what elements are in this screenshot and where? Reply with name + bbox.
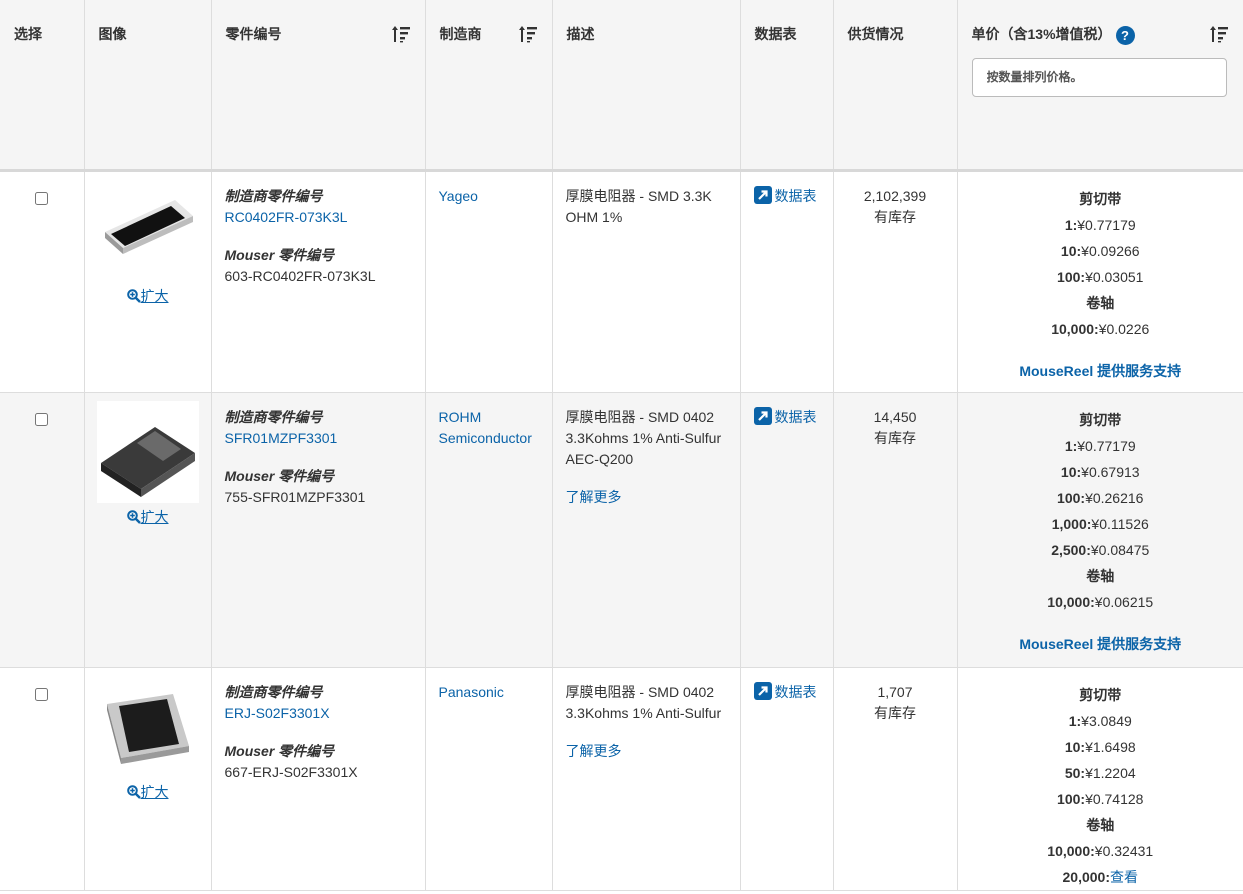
price-row: 100:¥0.26216 [1057, 489, 1144, 506]
price-row: 1,000:¥0.11526 [1051, 515, 1149, 532]
cut-tape-label: 剪切带 [1079, 411, 1122, 428]
reel-label: 卷轴 [1086, 294, 1115, 311]
col-unit-price[interactable]: 单价（含13%增值税）? [957, 0, 1243, 172]
manufacturer-link[interactable]: ROHM Semiconductor [439, 409, 532, 446]
price-row: 2,500:¥0.08475 [1051, 541, 1150, 558]
price-row: 100:¥0.03051 [1057, 268, 1144, 285]
price-qty-input[interactable] [971, 57, 1227, 97]
reel-label: 卷轴 [1086, 567, 1115, 584]
mouser-part-label: Mouser 零件编号 [224, 467, 335, 484]
mfr-part-label: 制造商零件编号 [224, 683, 323, 700]
price-row: 10,000:¥0.0226 [1051, 320, 1150, 337]
col-manufacturer[interactable]: 制造商 [425, 0, 553, 172]
external-link-icon [753, 681, 772, 700]
learn-more-link[interactable]: 了解更多 [566, 741, 727, 762]
table-row: 扩大 制造商零件编号 SFR01MZPF3301 Mouser 零件编号 755… [0, 392, 1243, 667]
select-checkbox[interactable] [35, 412, 49, 426]
datasheet-link[interactable]: 数据表 [753, 185, 817, 204]
mfr-part-link[interactable]: RC0402FR-073K3L [225, 209, 348, 225]
table-row: 扩大 制造商零件编号 RC0402FR-073K3L Mouser 零件编号 6… [0, 170, 1243, 392]
zoom-in-icon [126, 784, 141, 799]
reel-label: 卷轴 [1086, 816, 1115, 833]
select-checkbox[interactable] [35, 687, 49, 701]
header-row: 选择 图像 零件编号 制造商 描述 数据表 供货情况 单价（含13%增值税） ?… [0, 0, 1243, 172]
select-checkbox[interactable] [35, 191, 49, 205]
price-row: 10,000:¥0.06215 [1047, 593, 1154, 610]
sort-icon[interactable] [391, 24, 411, 44]
price-row: 1:¥3.0849 [1068, 712, 1132, 729]
cut-tape-label: 剪切带 [1079, 686, 1122, 703]
description: 厚膜电阻器 - SMD 0402 3.3Kohms 1% Anti-Sulfur… [565, 408, 722, 467]
price-row: 50:¥1.2204 [1064, 764, 1136, 781]
sort-icon[interactable] [518, 24, 538, 44]
datasheet-link[interactable]: 数据表 [753, 406, 817, 425]
stock-status: 有库存 [874, 704, 916, 721]
mouser-part-number: 667-ERJ-S02F3301X [224, 763, 358, 780]
price-row: 20,000:查看 [1062, 868, 1138, 885]
mfr-part-label: 制造商零件编号 [224, 187, 323, 204]
col-description: 描述 [552, 0, 741, 172]
description: 厚膜电阻器 - SMD 0402 3.3Kohms 1% Anti-Sulfur [565, 683, 722, 721]
mouser-part-label: Mouser 零件编号 [224, 742, 335, 759]
product-image[interactable] [97, 180, 199, 282]
stock-count: 2,102,399 [863, 187, 927, 204]
col-part-number[interactable]: 零件编号 [211, 0, 426, 172]
results-table: 选择 图像 零件编号 制造商 描述 数据表 供货情况 单价（含13%增值税） ?… [0, 0, 1243, 891]
external-link-icon [753, 185, 772, 204]
stock-status: 有库存 [874, 208, 916, 225]
col-image: 图像 [84, 0, 212, 172]
price-row: 10:¥1.6498 [1064, 738, 1136, 755]
stock-status: 有库存 [874, 429, 916, 446]
price-row: 1:¥0.77179 [1064, 437, 1136, 454]
stock-count: 14,450 [873, 408, 917, 425]
price-row: 1:¥0.77179 [1064, 216, 1136, 233]
col-select: 选择 [0, 0, 85, 172]
mfr-part-link[interactable]: ERJ-S02F3301X [225, 705, 330, 721]
mouser-part-number: 755-SFR01MZPF3301 [224, 488, 366, 505]
table-row: 扩大 制造商零件编号 ERJ-S02F3301X Mouser 零件编号 667… [0, 667, 1243, 890]
manufacturer-link[interactable]: Panasonic [439, 684, 504, 700]
price-row: 10:¥0.67913 [1060, 463, 1140, 480]
product-image[interactable] [97, 676, 199, 778]
product-image[interactable] [96, 400, 199, 503]
mfr-part-label: 制造商零件编号 [224, 408, 323, 425]
mousereel-link[interactable]: MouseReel 提供服务支持 [971, 358, 1231, 384]
stock-count: 1,707 [877, 683, 913, 700]
price-row: 100:¥0.74128 [1057, 790, 1144, 807]
view-price-link[interactable]: 查看 [1110, 869, 1138, 885]
external-link-icon [753, 406, 772, 425]
enlarge-link[interactable]: 扩大 [126, 782, 169, 803]
mouser-part-label: Mouser 零件编号 [224, 246, 335, 263]
datasheet-link[interactable]: 数据表 [753, 681, 817, 700]
enlarge-link[interactable]: 扩大 [126, 507, 169, 528]
price-row: 10,000:¥0.32431 [1047, 842, 1154, 859]
col-datasheet: 数据表 [740, 0, 834, 172]
help-icon[interactable]: ? [1115, 25, 1135, 45]
mfr-part-link[interactable]: SFR01MZPF3301 [225, 430, 338, 446]
mouser-part-number: 603-RC0402FR-073K3L [224, 267, 376, 284]
sort-icon[interactable] [1209, 24, 1229, 44]
mousereel-link[interactable]: MouseReel 提供服务支持 [971, 631, 1231, 657]
description: 厚膜电阻器 - SMD 3.3K OHM 1% [565, 187, 712, 225]
enlarge-link[interactable]: 扩大 [126, 286, 169, 307]
zoom-in-icon [126, 509, 141, 524]
learn-more-link[interactable]: 了解更多 [566, 487, 727, 508]
zoom-in-icon [126, 288, 141, 303]
col-availability: 供货情况 [833, 0, 958, 172]
price-row: 10:¥0.09266 [1060, 242, 1140, 259]
cut-tape-label: 剪切带 [1079, 190, 1122, 207]
manufacturer-link[interactable]: Yageo [439, 188, 478, 204]
